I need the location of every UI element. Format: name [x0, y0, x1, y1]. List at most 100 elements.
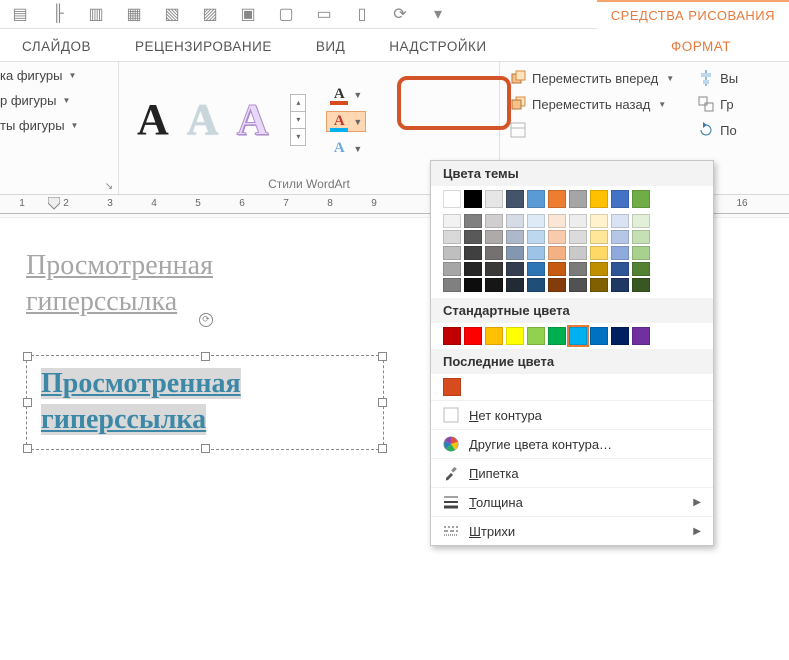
color-swatch[interactable] — [632, 262, 650, 276]
color-swatch[interactable] — [485, 230, 503, 244]
wordart-style-1[interactable]: A — [137, 98, 169, 142]
color-swatch[interactable] — [590, 246, 608, 260]
color-swatch[interactable] — [485, 262, 503, 276]
shape-effects-button[interactable]: ты фигуры▼ — [0, 118, 78, 133]
group-icon[interactable]: ▭ — [314, 4, 334, 24]
color-swatch[interactable] — [548, 278, 566, 292]
dialog-launcher-icon[interactable]: ↘ — [103, 180, 115, 192]
no-outline-item[interactable]: Нет контура — [431, 400, 713, 429]
color-swatch[interactable] — [485, 278, 503, 292]
color-swatch[interactable] — [527, 262, 545, 276]
color-swatch[interactable] — [527, 278, 545, 292]
color-swatch[interactable] — [569, 190, 587, 208]
align-top-icon[interactable]: ▦ — [124, 4, 144, 24]
color-swatch[interactable] — [548, 327, 566, 345]
color-swatch[interactable] — [443, 327, 461, 345]
resize-handle[interactable] — [201, 444, 210, 453]
color-swatch[interactable] — [632, 190, 650, 208]
color-swatch[interactable] — [485, 246, 503, 260]
color-swatch[interactable] — [590, 230, 608, 244]
wordart-style-2[interactable]: A — [187, 98, 219, 142]
rotate-icon[interactable]: ⟳ — [390, 4, 410, 24]
color-swatch[interactable] — [632, 327, 650, 345]
color-swatch[interactable] — [590, 327, 608, 345]
color-swatch[interactable] — [548, 262, 566, 276]
align-button[interactable]: Вы — [698, 70, 738, 86]
align-bottom-icon[interactable]: ▨ — [200, 4, 220, 24]
color-swatch[interactable] — [611, 230, 629, 244]
color-swatch[interactable] — [443, 190, 461, 208]
resize-handle[interactable] — [23, 352, 32, 361]
color-swatch[interactable] — [632, 246, 650, 260]
wordart-style-3[interactable]: A — [237, 98, 269, 142]
color-swatch[interactable] — [464, 214, 482, 228]
more-outline-colors-item[interactable]: Другие цвета контура… — [431, 429, 713, 458]
color-swatch[interactable] — [464, 278, 482, 292]
color-swatch[interactable] — [506, 262, 524, 276]
color-swatch[interactable] — [569, 214, 587, 228]
color-swatch[interactable] — [464, 262, 482, 276]
bring-forward-button[interactable]: Переместить вперед▼ — [510, 70, 674, 86]
resize-handle[interactable] — [378, 444, 387, 453]
color-swatch[interactable] — [632, 278, 650, 292]
color-swatch[interactable] — [590, 262, 608, 276]
color-swatch[interactable] — [506, 246, 524, 260]
tab-review[interactable]: РЕЦЕНЗИРОВАНИЕ — [113, 33, 294, 58]
ungroup-icon[interactable]: ▯ — [352, 4, 372, 24]
color-swatch[interactable] — [590, 214, 608, 228]
rotate-handle-icon[interactable]: ⟳ — [199, 313, 213, 327]
color-swatch[interactable] — [443, 278, 461, 292]
text-fill-button[interactable]: A ▼ — [326, 84, 366, 105]
resize-handle[interactable] — [378, 352, 387, 361]
shape-fill-button[interactable]: ка фигуры▼ — [0, 68, 76, 83]
color-swatch[interactable] — [569, 327, 587, 345]
align-left-icon[interactable]: ▤ — [10, 4, 30, 24]
color-swatch[interactable] — [569, 230, 587, 244]
color-swatch[interactable] — [506, 214, 524, 228]
color-swatch[interactable] — [443, 378, 461, 396]
color-swatch[interactable] — [443, 246, 461, 260]
text-effects-button[interactable]: A ▼ — [326, 138, 366, 159]
color-swatch[interactable] — [527, 230, 545, 244]
resize-handle[interactable] — [23, 444, 32, 453]
color-swatch[interactable] — [485, 214, 503, 228]
color-swatch[interactable] — [506, 327, 524, 345]
chevron-down-icon[interactable]: ▾ — [290, 112, 306, 129]
color-swatch[interactable] — [527, 246, 545, 260]
color-swatch[interactable] — [443, 230, 461, 244]
align-center-h-icon[interactable]: ╟ — [48, 4, 68, 24]
color-swatch[interactable] — [611, 214, 629, 228]
color-swatch[interactable] — [590, 278, 608, 292]
resize-handle[interactable] — [201, 352, 210, 361]
color-swatch[interactable] — [464, 190, 482, 208]
color-swatch[interactable] — [443, 262, 461, 276]
color-swatch[interactable] — [548, 190, 566, 208]
tab-format[interactable]: ФОРМАТ — [649, 33, 753, 58]
tab-addins[interactable]: НАДСТРОЙКИ — [367, 33, 508, 58]
color-swatch[interactable] — [632, 230, 650, 244]
color-swatch[interactable] — [590, 190, 608, 208]
color-swatch[interactable] — [632, 214, 650, 228]
group-button[interactable]: Гр — [698, 96, 738, 112]
resize-handle[interactable] — [23, 398, 32, 407]
align-right-icon[interactable]: ▥ — [86, 4, 106, 24]
color-swatch[interactable] — [611, 246, 629, 260]
resize-handle[interactable] — [378, 398, 387, 407]
color-swatch[interactable] — [506, 278, 524, 292]
color-swatch[interactable] — [485, 327, 503, 345]
send-backward-icon[interactable]: ▢ — [276, 4, 296, 24]
color-swatch[interactable] — [611, 327, 629, 345]
send-backward-button[interactable]: Переместить назад▼ — [510, 96, 674, 112]
color-swatch[interactable] — [569, 262, 587, 276]
outline-dashes-item[interactable]: Штрихи ▶ — [431, 516, 713, 545]
color-swatch[interactable] — [611, 190, 629, 208]
wordart-gallery-spinner[interactable]: ▴ ▾ ▾ — [290, 94, 306, 146]
color-swatch[interactable] — [506, 190, 524, 208]
rotate-button[interactable]: По — [698, 122, 738, 138]
color-swatch[interactable] — [548, 246, 566, 260]
tab-view[interactable]: ВИД — [294, 33, 367, 58]
shape-outline-button[interactable]: р фигуры▼ — [0, 93, 70, 108]
align-middle-icon[interactable]: ▧ — [162, 4, 182, 24]
hyperlink-selected-text[interactable]: Просмотренная гиперссылка — [41, 368, 241, 435]
color-swatch[interactable] — [611, 262, 629, 276]
